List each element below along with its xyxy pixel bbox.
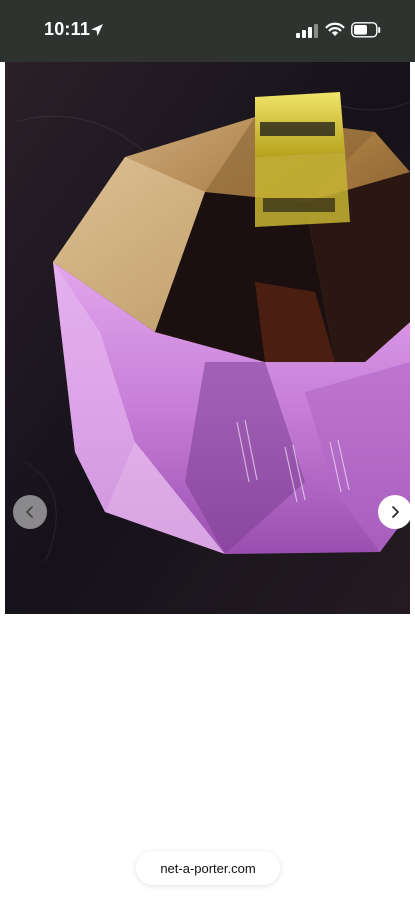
status-bar: 10:11 [0,0,415,62]
status-time: 10:11 [44,19,91,39]
next-image-button[interactable] [378,495,410,529]
cellular-signal-icon [296,24,318,38]
product-image-gallery[interactable] [5,62,410,614]
wifi-icon [325,22,345,36]
location-arrow-icon [91,24,103,36]
chevron-right-icon [392,506,399,518]
address-bar-url: net-a-porter.com [160,860,256,876]
chevron-left-icon [26,506,33,518]
address-bar[interactable]: net-a-porter.com [136,851,280,885]
previous-image-button[interactable] [13,495,47,529]
battery-icon [351,22,381,38]
product-photo [5,62,410,614]
